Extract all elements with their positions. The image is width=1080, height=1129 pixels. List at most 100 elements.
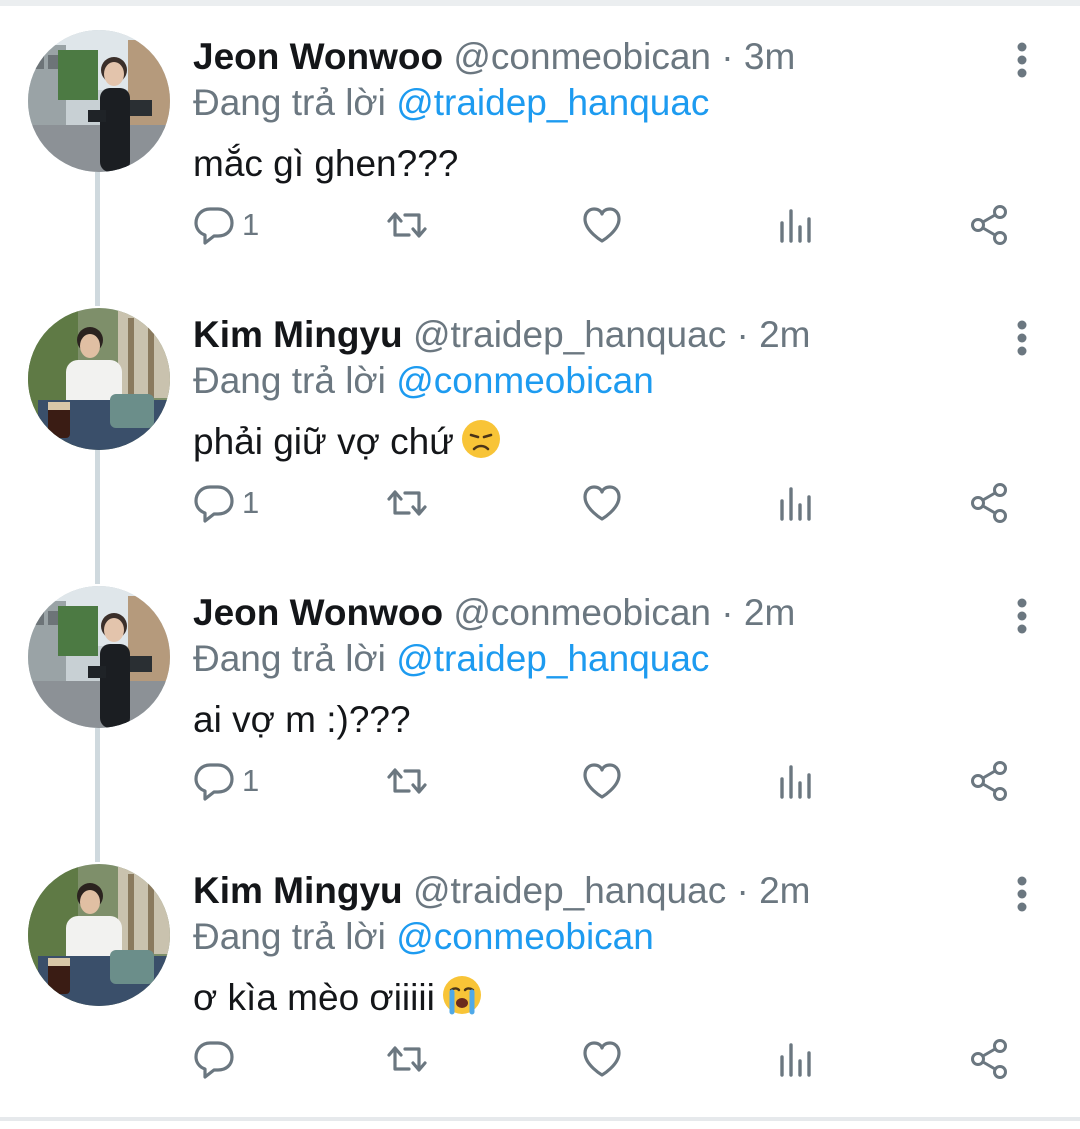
timestamp[interactable]: 2m: [759, 870, 810, 911]
reply-count: 1: [242, 485, 260, 520]
separator-dot: ·: [721, 592, 734, 633]
like-button[interactable]: [580, 756, 624, 806]
tweet-text: mắc gì ghen???: [193, 140, 458, 188]
share-icon: [971, 761, 1007, 801]
action-bar: [0, 1024, 1080, 1094]
timestamp[interactable]: 2m: [744, 592, 795, 633]
replying-to: Đang trả lời @conmeobican: [193, 914, 654, 960]
views-button[interactable]: [774, 478, 818, 528]
disappointed-face-icon: [460, 418, 502, 472]
share-button[interactable]: [968, 756, 1012, 806]
views-button[interactable]: [774, 756, 818, 806]
replying-mention[interactable]: @traidep_hanquac: [396, 638, 709, 679]
heart-icon: [583, 207, 621, 243]
reply-button[interactable]: 1: [192, 478, 259, 528]
retweet-button[interactable]: [385, 200, 429, 250]
retweet-button[interactable]: [385, 756, 429, 806]
like-button[interactable]: [580, 478, 624, 528]
reply-icon: [194, 207, 234, 245]
views-button[interactable]: [774, 1034, 818, 1084]
action-bar: 1: [0, 468, 1080, 538]
replying-to: Đang trả lời @conmeobican: [193, 358, 654, 404]
more-options-icon[interactable]: [1000, 38, 1044, 82]
retweet-icon: [387, 1046, 427, 1072]
tweet-text: ơ kìa mèo ơiiiii: [193, 974, 483, 1028]
tweet-text-content: ơ kìa mèo ơiiiii: [193, 977, 435, 1018]
share-button[interactable]: [968, 200, 1012, 250]
user-handle[interactable]: @traidep_hanquac: [413, 314, 726, 355]
tweet-text: ai vợ m :)???: [193, 696, 411, 744]
heart-icon: [583, 763, 621, 799]
bottom-divider: [0, 1117, 1080, 1121]
tweet[interactable]: Jeon Wonwoo @conmeobican · 3m Đang trả l…: [0, 2, 1080, 280]
replying-mention[interactable]: @traidep_hanquac: [396, 82, 709, 123]
tweet-header: Kim Mingyu @traidep_hanquac · 2m: [193, 312, 811, 358]
reply-icon: [194, 1041, 234, 1079]
tweet-text: phải giữ vợ chứ: [193, 418, 502, 472]
more-options-icon[interactable]: [1000, 594, 1044, 638]
display-name[interactable]: Kim Mingyu: [193, 314, 403, 355]
replying-prefix: Đang trả lời: [193, 82, 386, 123]
share-button[interactable]: [968, 478, 1012, 528]
more-options-icon[interactable]: [1000, 316, 1044, 360]
user-handle[interactable]: @traidep_hanquac: [413, 870, 726, 911]
reply-icon: [194, 763, 234, 801]
tweet-header: Jeon Wonwoo @conmeobican · 2m: [193, 590, 795, 636]
tweet-text-content: ai vợ m :)???: [193, 699, 411, 740]
action-bar: 1: [0, 746, 1080, 816]
analytics-icon: [780, 209, 811, 243]
like-button[interactable]: [580, 200, 624, 250]
replying-prefix: Đang trả lời: [193, 916, 386, 957]
display-name[interactable]: Jeon Wonwoo: [193, 592, 443, 633]
avatar-photo: [28, 864, 170, 1006]
replying-mention[interactable]: @conmeobican: [396, 360, 654, 401]
views-button[interactable]: [774, 200, 818, 250]
retweet-button[interactable]: [385, 478, 429, 528]
avatar-photo: [28, 308, 170, 450]
share-icon: [971, 483, 1007, 523]
timestamp[interactable]: 3m: [744, 36, 795, 77]
separator-dot: ·: [721, 36, 734, 77]
display-name[interactable]: Jeon Wonwoo: [193, 36, 443, 77]
separator-dot: ·: [736, 870, 749, 911]
reply-count: 1: [242, 763, 260, 798]
avatar-kim-mingyu[interactable]: [28, 864, 170, 1006]
tweet[interactable]: Kim Mingyu @traidep_hanquac · 2m Đang tr…: [0, 280, 1080, 558]
tweet-text-content: mắc gì ghen???: [193, 143, 459, 184]
tweet-text-content: phải giữ vợ chứ: [193, 421, 454, 462]
replying-to: Đang trả lời @traidep_hanquac: [193, 80, 709, 126]
retweet-button[interactable]: [385, 1034, 429, 1084]
tweet[interactable]: Kim Mingyu @traidep_hanquac · 2m Đang tr…: [0, 836, 1080, 1114]
analytics-icon: [780, 1043, 811, 1077]
retweet-icon: [387, 490, 427, 516]
display-name[interactable]: Kim Mingyu: [193, 870, 403, 911]
tweet-header: Jeon Wonwoo @conmeobican · 3m: [193, 34, 795, 80]
retweet-icon: [387, 212, 427, 238]
analytics-icon: [780, 487, 811, 521]
user-handle[interactable]: @conmeobican: [453, 592, 711, 633]
heart-icon: [583, 1041, 621, 1077]
action-bar: 1: [0, 190, 1080, 260]
avatar-kim-mingyu[interactable]: [28, 308, 170, 450]
reply-button[interactable]: 1: [192, 756, 259, 806]
reply-icon: [194, 485, 234, 523]
reply-count: 1: [242, 207, 260, 242]
reply-button[interactable]: 1: [192, 200, 259, 250]
avatar-jeon-wonwoo[interactable]: [28, 30, 170, 172]
user-handle[interactable]: @conmeobican: [453, 36, 711, 77]
analytics-icon: [780, 765, 811, 799]
reply-button[interactable]: [192, 1034, 242, 1084]
timestamp[interactable]: 2m: [759, 314, 810, 355]
replying-to: Đang trả lời @traidep_hanquac: [193, 636, 709, 682]
avatar-photo: [28, 586, 170, 728]
avatar-photo: [28, 30, 170, 172]
share-icon: [971, 1039, 1007, 1079]
retweet-icon: [387, 768, 427, 794]
replying-prefix: Đang trả lời: [193, 360, 386, 401]
like-button[interactable]: [580, 1034, 624, 1084]
more-options-icon[interactable]: [1000, 872, 1044, 916]
avatar-jeon-wonwoo[interactable]: [28, 586, 170, 728]
tweet[interactable]: Jeon Wonwoo @conmeobican · 2m Đang trả l…: [0, 558, 1080, 836]
replying-mention[interactable]: @conmeobican: [396, 916, 654, 957]
share-button[interactable]: [968, 1034, 1012, 1084]
